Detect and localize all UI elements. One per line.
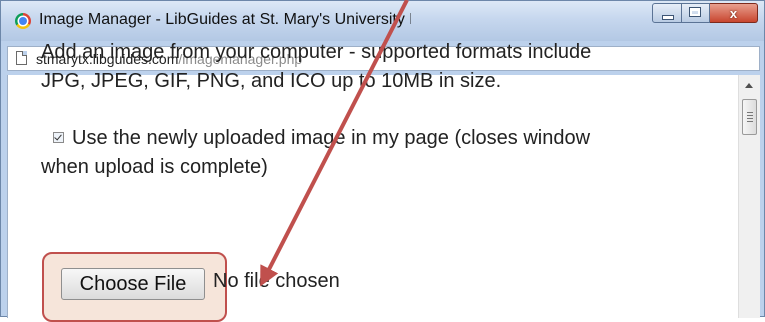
maximize-button[interactable] xyxy=(682,3,710,23)
close-icon: x xyxy=(729,6,738,21)
close-button[interactable]: x xyxy=(710,3,758,23)
minimize-icon xyxy=(663,16,673,19)
grip-line xyxy=(747,115,753,116)
no-file-status: No file chosen xyxy=(213,270,340,292)
grip-line xyxy=(747,118,753,119)
use-image-option: Use the newly uploaded image in my page … xyxy=(41,124,590,182)
browser-window: Image Manager - LibGuides at St. Mary's … xyxy=(0,0,765,322)
intro-text: Add an image from your computer - suppor… xyxy=(41,38,591,96)
maximize-icon xyxy=(690,8,700,16)
title-bar: Image Manager - LibGuides at St. Mary's … xyxy=(1,1,764,41)
scroll-up-icon[interactable] xyxy=(745,83,753,88)
chrome-icon xyxy=(15,13,31,29)
use-image-checkbox[interactable] xyxy=(53,132,64,143)
page-icon xyxy=(16,51,27,65)
grip-line xyxy=(747,121,753,122)
window-title: Image Manager - LibGuides at St. Mary's … xyxy=(39,11,411,28)
checkbox-label-line-1: Use the newly uploaded image in my page … xyxy=(72,127,591,149)
intro-line-1: Add an image from your computer - suppor… xyxy=(41,41,592,63)
window-controls: x xyxy=(652,3,758,23)
intro-line-2: JPG, JPEG, GIF, PNG, and ICO up to 10MB … xyxy=(41,70,502,92)
choose-file-button[interactable]: Choose File xyxy=(61,268,205,300)
grip-line xyxy=(747,112,753,113)
minimize-button[interactable] xyxy=(652,3,682,23)
vertical-scrollbar[interactable] xyxy=(738,75,760,318)
scrollbar-thumb[interactable] xyxy=(742,99,757,135)
checkbox-label-line-2: when upload is complete) xyxy=(41,156,268,178)
